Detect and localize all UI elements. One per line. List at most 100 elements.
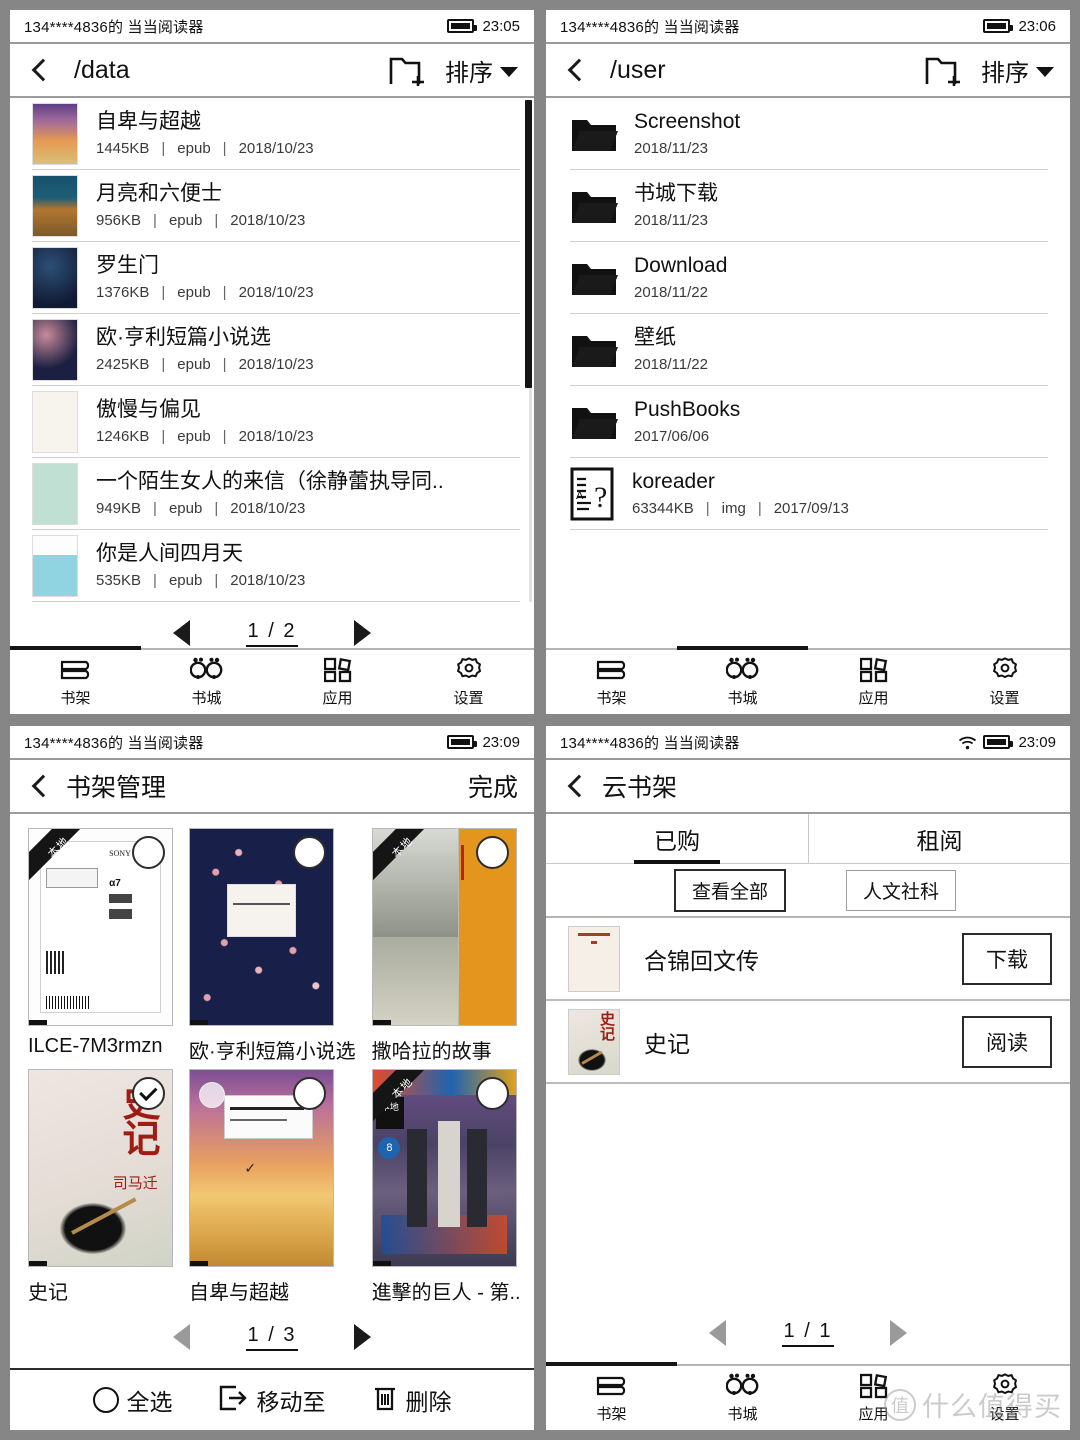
book-cell[interactable]: 史记 司马迁 史记 [28,1069,173,1306]
folder-row[interactable]: 书城下载 2018/11/23 [570,170,1048,242]
filter-chip-view-all[interactable]: 查看全部 [674,868,787,912]
book-cover-wrap[interactable]: 本地 [371,828,517,1026]
select-checkbox[interactable] [475,836,509,869]
tab-rented[interactable]: 租阅 [808,814,1070,863]
book-title: 史记 [644,1030,690,1057]
book-cover-thumbnail [32,390,78,453]
status-bar: 134****4836的 当当阅读器 23:06 [546,10,1070,44]
cloud-book-row[interactable]: 合锦回文传 下载 [546,918,1070,1001]
title-bar: /user 排序 [546,44,1070,98]
file-row[interactable]: 罗生门 1376KB | epub | 2018/10/23 [32,242,520,314]
nav-item-apps[interactable]: 应用 [808,650,939,714]
select-checkbox[interactable] [475,1077,509,1110]
device-screen-file-data: 134****4836的 当当阅读器 23:05 /data 排序 自卑与超越 … [10,10,534,714]
book-cell[interactable]: 本地 8 本地 進擊的巨人 - 第.. [371,1069,521,1306]
page-indicator: 1 / 1 [781,1320,835,1347]
file-info: 傲慢与偏见 1246KB | epub | 2018/10/23 [96,398,314,444]
folder-row[interactable]: Download 2018/11/22 [570,242,1048,314]
back-icon[interactable] [562,771,588,801]
select-checkbox[interactable] [132,836,165,869]
book-cell[interactable]: 欧·亨利短篇小说选 [189,828,356,1065]
book-cell[interactable]: SONY α7 本地 ILCE-7M3rmzn [28,828,173,1065]
select-checkbox[interactable] [293,1077,326,1110]
folder-meta: 2018/11/22 [634,284,727,301]
nav-item-settings[interactable]: 设置 [939,1366,1070,1430]
file-row[interactable]: 月亮和六便士 956KB | epub | 2018/10/23 [32,170,520,242]
nav-item-bookstore[interactable]: 书城 [677,1366,808,1430]
nav-item-bookshelf[interactable]: 书架 [546,650,677,714]
book-cell[interactable]: ✓ 自卑与超越 [189,1069,356,1306]
done-button[interactable]: 完成 [468,768,518,804]
book-cover-wrap[interactable]: ✓ [189,1069,334,1267]
nav-item-apps[interactable]: 应用 [808,1366,939,1430]
read-button[interactable]: 阅读 [962,1015,1052,1068]
nav-item-bookshelf[interactable]: 书架 [546,1366,677,1430]
next-page-button[interactable] [890,1320,908,1346]
book-cover-wrap[interactable]: SONY α7 本地 [28,828,173,1026]
book-cell[interactable]: 本地 撒哈拉的故事 [371,828,521,1065]
folder-icon [570,113,618,155]
nav-item-settings[interactable]: 设置 [403,650,534,714]
book-cover-wrap[interactable]: 史记 司马迁 [28,1069,173,1267]
pagination: 1 / 2 [10,602,534,648]
file-date: 2018/10/23 [230,211,306,229]
tab-purchased[interactable]: 已购 [546,814,808,863]
folder-row[interactable]: PushBooks 2017/06/06 [570,386,1048,458]
new-folder-icon[interactable] [389,54,427,88]
back-icon[interactable] [26,55,52,85]
select-all-button[interactable]: 全选 [92,1383,173,1417]
sort-button[interactable]: 排序 [445,53,518,88]
next-page-button[interactable] [354,1324,372,1350]
delete-button[interactable]: 删除 [372,1383,452,1417]
new-folder-icon[interactable] [925,54,963,88]
battery-icon [983,735,1014,749]
book-cover-wrap[interactable]: 本地 8 本地 [371,1069,517,1267]
battery-icon [983,19,1014,33]
svg-text:A: A [576,490,584,502]
file-info: 欧·亨利短篇小说选 2425KB | epub | 2018/10/23 [96,326,314,372]
panel-cloud-shelf: 134****4836的 当当阅读器 23:09 云书架 已购 租阅 查看全部 … [540,720,1080,1440]
book-cover-wrap[interactable] [189,828,334,1026]
battery-icon [447,735,478,749]
scrollbar-thumb[interactable] [525,100,532,388]
file-date: 2018/10/23 [238,283,314,301]
folder-row[interactable]: 壁纸 2018/11/22 [570,314,1048,386]
file-size: 535KB [96,571,142,589]
bookstore-icon [725,1373,760,1399]
file-size: 63344KB [632,499,694,517]
move-to-button[interactable]: 移动至 [219,1383,326,1417]
back-icon[interactable] [562,55,588,85]
filter-chip-humanities[interactable]: 人文社科 [846,869,957,911]
nav-item-bookstore[interactable]: 书城 [141,650,272,714]
prev-page-button[interactable] [708,1320,726,1346]
file-row[interactable]: 傲慢与偏见 1246KB | epub | 2018/10/23 [32,386,520,458]
file-row[interactable]: ? A koreader 63344KB | img | 2017/09/13 [570,458,1048,530]
nav-item-apps[interactable]: 应用 [272,650,403,714]
file-name: koreader [632,470,715,494]
back-icon[interactable] [26,771,52,801]
content-area: 自卑与超越 1445KB| epub| 2018/10/23 月亮和六便士 [10,98,534,648]
cover-shadow [29,1020,47,1025]
prev-page-button[interactable] [172,620,190,646]
file-meta: 956KB | epub | 2018/10/23 [96,211,306,229]
download-button[interactable]: 下载 [962,932,1052,985]
trash-icon [372,1384,398,1417]
nav-item-settings[interactable]: 设置 [939,650,1070,714]
scrollbar-track[interactable] [525,100,532,602]
select-checkbox[interactable] [132,1077,165,1110]
select-checkbox[interactable] [293,836,326,869]
file-row[interactable]: 一个陌生女人的来信（徐静蕾执导同.. 949KB | epub | 2018/10/… [32,458,520,530]
cloud-book-row[interactable]: 史记 史记 阅读 [546,1001,1070,1084]
file-row[interactable]: 欧·亨利短篇小说选 2425KB | epub | 2018/10/23 [32,314,520,386]
sort-button[interactable]: 排序 [981,53,1054,88]
folder-date: 2018/11/22 [634,283,708,301]
next-page-button[interactable] [354,620,372,646]
file-row[interactable]: 你是人间四月天 535KB | epub | 2018/10/23 [32,530,520,602]
prev-page-button[interactable] [172,1324,190,1350]
folder-row[interactable]: Screenshot 2018/11/23 [570,98,1048,170]
file-row[interactable]: 自卑与超越 1445KB | epub | 2018/10/23 [32,98,520,170]
nav-label: 设置 [453,689,484,707]
bottom-nav: 书架 书城 应用 设置 [10,646,534,714]
nav-item-bookstore[interactable]: 书城 [677,650,808,714]
nav-item-bookshelf[interactable]: 书架 [10,650,141,714]
